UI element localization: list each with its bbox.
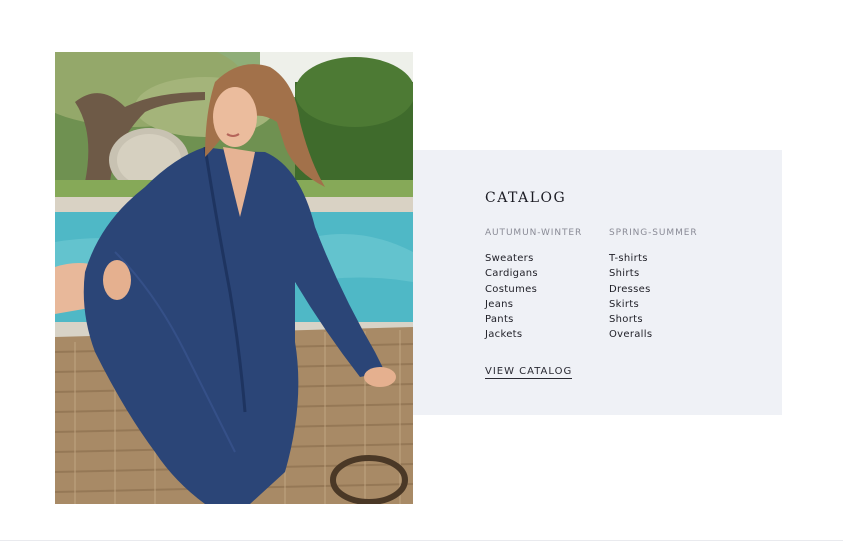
category-link-sweaters[interactable]: Sweaters	[485, 251, 582, 266]
column-heading: AUTUMUN-WINTER	[485, 228, 583, 238]
catalog-title: CATALOG	[485, 190, 567, 206]
category-link-jackets[interactable]: Jackets	[485, 327, 582, 342]
model-photo-illustration	[55, 52, 413, 504]
category-link-shorts[interactable]: Shorts	[609, 312, 697, 327]
catalog-panel: CATALOG AUTUMUN-WINTER Sweaters Cardigan…	[413, 150, 782, 415]
autumn-winter-column: AUTUMUN-WINTER Sweaters Cardigans Costum…	[485, 228, 582, 343]
column-heading: SPRING-SUMMER	[609, 228, 698, 238]
model-photo	[55, 52, 413, 504]
category-link-cardigans[interactable]: Cardigans	[485, 266, 582, 281]
view-catalog-link[interactable]: VIEW CATALOG	[485, 366, 573, 379]
category-link-skirts[interactable]: Skirts	[609, 297, 697, 312]
category-list: T-shirts Shirts Dresses Skirts Shorts Ov…	[609, 251, 697, 343]
category-link-pants[interactable]: Pants	[485, 312, 582, 327]
category-link-shirts[interactable]: Shirts	[609, 266, 697, 281]
category-link-dresses[interactable]: Dresses	[609, 282, 697, 297]
category-link-t-shirts[interactable]: T-shirts	[609, 251, 697, 266]
catalog-section: CATALOG AUTUMUN-WINTER Sweaters Cardigan…	[0, 0, 843, 543]
category-link-costumes[interactable]: Costumes	[485, 282, 582, 297]
category-list: Sweaters Cardigans Costumes Jeans Pants …	[485, 251, 582, 343]
spring-summer-column: SPRING-SUMMER T-shirts Shirts Dresses Sk…	[609, 228, 697, 343]
category-link-jeans[interactable]: Jeans	[485, 297, 582, 312]
category-link-overalls[interactable]: Overalls	[609, 327, 697, 342]
bottom-divider	[0, 540, 843, 541]
